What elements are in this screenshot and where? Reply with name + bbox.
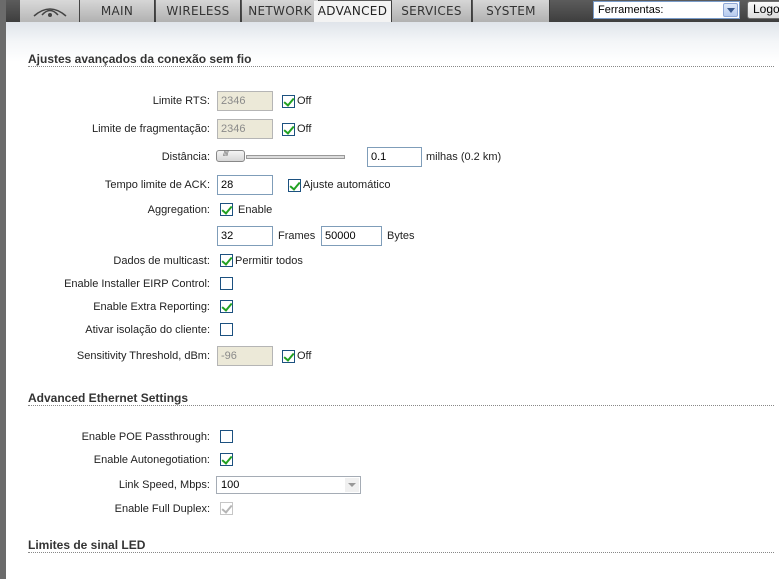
rts-off-label: Off bbox=[297, 95, 312, 107]
section-divider bbox=[28, 405, 774, 406]
distance-unit: milhas (0.2 km) bbox=[426, 151, 502, 163]
section-title-wireless: Ajustes avançados da conexão sem fio bbox=[28, 52, 252, 66]
client-isolation-checkbox[interactable] bbox=[220, 323, 233, 336]
full-duplex-checkbox[interactable] bbox=[220, 502, 233, 515]
sensitivity-label: Sensitivity Threshold, dBm: bbox=[76, 350, 210, 362]
ubiquiti-logo[interactable] bbox=[20, 0, 80, 22]
link-speed-select[interactable]: 100 bbox=[216, 476, 361, 494]
rts-label: Limite RTS: bbox=[152, 95, 210, 107]
ack-input[interactable]: 28 bbox=[217, 175, 273, 195]
tools-dropdown[interactable]: Ferramentas: bbox=[593, 1, 740, 19]
logo-icon bbox=[33, 8, 67, 17]
ack-auto-checkbox[interactable] bbox=[288, 179, 301, 192]
section-divider bbox=[28, 66, 774, 67]
client-isolation-label: Ativar isolação do cliente: bbox=[85, 324, 210, 336]
tab-system[interactable]: SYSTEM bbox=[473, 0, 550, 22]
link-speed-value: 100 bbox=[221, 479, 240, 491]
autoneg-label: Enable Autonegotiation: bbox=[93, 454, 210, 466]
aggregation-bytes-input[interactable]: 50000 bbox=[321, 226, 382, 246]
aggregation-label: Aggregation: bbox=[147, 204, 210, 216]
poe-label: Enable POE Passthrough: bbox=[81, 431, 210, 443]
autoneg-checkbox[interactable] bbox=[220, 453, 233, 466]
multicast-label: Dados de multicast: bbox=[113, 255, 210, 267]
multicast-checkbox[interactable] bbox=[220, 254, 233, 267]
link-speed-label: Link Speed, Mbps: bbox=[118, 479, 210, 491]
tab-network[interactable]: NETWORK bbox=[242, 0, 319, 22]
aggregation-enable-checkbox[interactable] bbox=[220, 203, 233, 216]
aggregation-frames-input[interactable]: 32 bbox=[217, 226, 273, 246]
section-divider bbox=[28, 552, 774, 553]
frames-label: Frames bbox=[278, 230, 316, 242]
aggregation-enable-label: Enable bbox=[238, 204, 273, 216]
ack-auto-label: Ajuste automático bbox=[303, 179, 391, 191]
installer-eirp-checkbox[interactable] bbox=[220, 277, 233, 290]
tab-wireless[interactable]: WIRELESS bbox=[156, 0, 241, 22]
distance-input[interactable]: 0.1 bbox=[367, 147, 422, 167]
logout-button[interactable]: Logout bbox=[747, 1, 779, 19]
tab-services[interactable]: SERVICES bbox=[392, 0, 472, 22]
ack-label: Tempo limite de ACK: bbox=[104, 179, 210, 191]
frag-off-label: Off bbox=[297, 123, 312, 135]
installer-eirp-label: Enable Installer EIRP Control: bbox=[64, 278, 210, 290]
section-title-ethernet: Advanced Ethernet Settings bbox=[28, 391, 189, 405]
poe-checkbox[interactable] bbox=[220, 430, 233, 443]
frag-input[interactable]: 2346 bbox=[217, 119, 273, 139]
distance-slider-handle[interactable] bbox=[216, 149, 245, 162]
rts-off-checkbox[interactable] bbox=[282, 95, 295, 108]
section-title-led: Limites de sinal LED bbox=[28, 538, 146, 552]
full-duplex-label: Enable Full Duplex: bbox=[114, 503, 210, 515]
sensitivity-input[interactable]: -96 bbox=[217, 346, 273, 366]
distance-slider-track[interactable] bbox=[246, 155, 345, 159]
tools-dropdown-value: Ferramentas: bbox=[598, 4, 664, 16]
sensitivity-off-checkbox[interactable] bbox=[282, 350, 295, 363]
extra-reporting-label: Enable Extra Reporting: bbox=[93, 301, 210, 313]
tab-advanced[interactable]: ADVANCED bbox=[314, 1, 392, 22]
extra-reporting-checkbox[interactable] bbox=[220, 300, 233, 313]
tab-main[interactable]: MAIN bbox=[80, 0, 155, 22]
bytes-label: Bytes bbox=[387, 230, 415, 242]
chevron-down-icon[interactable] bbox=[345, 478, 359, 492]
rts-input[interactable]: 2346 bbox=[217, 91, 273, 111]
sensitivity-off-label: Off bbox=[297, 350, 312, 362]
distance-label: Distância: bbox=[161, 151, 210, 163]
multicast-option-label: Permitir todos bbox=[235, 255, 303, 267]
chevron-down-icon[interactable] bbox=[723, 3, 738, 17]
frag-label: Limite de fragmentação: bbox=[91, 123, 210, 135]
frag-off-checkbox[interactable] bbox=[282, 123, 295, 136]
